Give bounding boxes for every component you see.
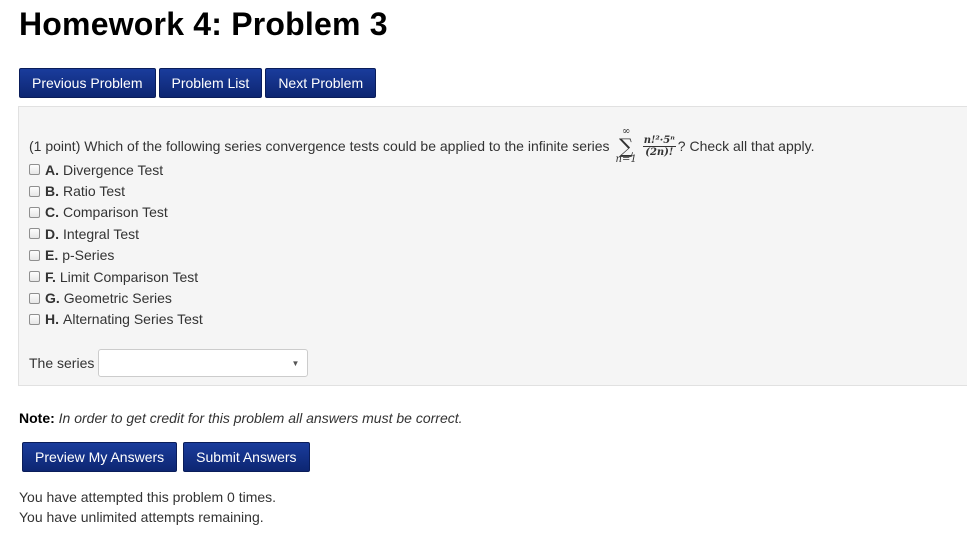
- summation: ∞ ∑ n=1: [616, 127, 637, 165]
- submit-answers-button[interactable]: Submit Answers: [183, 442, 310, 472]
- list-item[interactable]: A. Divergence Test: [29, 159, 203, 180]
- list-item[interactable]: G. Geometric Series: [29, 287, 203, 308]
- attempts-text: You have attempted this problem 0 times.: [19, 489, 277, 505]
- previous-problem-button[interactable]: Previous Problem: [19, 68, 156, 98]
- option-label: Integral Test: [63, 225, 140, 242]
- option-letter: B.: [45, 183, 59, 200]
- attempt-status: You have attempted this problem 0 times.…: [19, 487, 276, 527]
- list-item[interactable]: C. Comparison Test: [29, 202, 203, 223]
- problem-list-button[interactable]: Problem List: [158, 68, 263, 98]
- series-answer-row: The series ▼: [29, 349, 309, 377]
- series-select[interactable]: ▼: [98, 349, 309, 377]
- option-letter: D.: [45, 225, 59, 242]
- fraction-denominator: (2n)!: [645, 146, 674, 158]
- question-intro: (1 point) Which of the following series …: [29, 138, 610, 154]
- option-letter: E.: [45, 247, 59, 264]
- remaining-text: You have unlimited attempts remaining.: [19, 509, 264, 525]
- page-title: Homework 4: Problem 3: [19, 6, 388, 42]
- fraction-numerator: n!²·5ⁿ: [642, 134, 676, 147]
- answer-actions: Preview My Answers Submit Answers: [22, 442, 310, 472]
- option-label: Ratio Test: [63, 183, 125, 200]
- option-checkbox-c[interactable]: [29, 206, 40, 218]
- next-problem-button[interactable]: Next Problem: [265, 68, 377, 98]
- option-label: Limit Comparison Test: [59, 268, 199, 285]
- list-item[interactable]: F. Limit Comparison Test: [29, 266, 203, 287]
- option-label: Geometric Series: [63, 290, 172, 307]
- question-outro: ? Check all that apply.: [677, 138, 815, 154]
- series-term-fraction: n!²·5ⁿ (2n)!: [642, 134, 676, 158]
- list-item[interactable]: H. Alternating Series Test: [29, 309, 203, 330]
- sum-lower-limit: n=1: [615, 154, 637, 165]
- option-checkbox-b[interactable]: [29, 185, 40, 197]
- option-checkbox-e[interactable]: [29, 249, 40, 261]
- option-label: Comparison Test: [63, 204, 168, 221]
- sigma-symbol: ∑: [619, 134, 634, 158]
- option-letter: A.: [45, 161, 59, 178]
- series-label: The series: [29, 355, 95, 371]
- chevron-down-icon: ▼: [291, 359, 300, 368]
- option-checkbox-f[interactable]: [29, 271, 40, 283]
- option-letter: H.: [45, 311, 59, 328]
- option-checkbox-g[interactable]: [29, 292, 40, 304]
- option-letter: G.: [45, 290, 60, 307]
- credit-note: Note: In order to get credit for this pr…: [19, 410, 463, 426]
- option-label: Alternating Series Test: [63, 311, 203, 328]
- problem-panel: (1 point) Which of the following series …: [18, 106, 967, 386]
- note-text: In order to get credit for this problem …: [58, 410, 463, 426]
- preview-answers-button[interactable]: Preview My Answers: [22, 442, 178, 472]
- list-item[interactable]: E. p-Series: [29, 245, 203, 266]
- option-checkbox-a[interactable]: [29, 164, 40, 176]
- list-item[interactable]: B. Ratio Test: [29, 180, 203, 201]
- option-checkbox-h[interactable]: [29, 313, 40, 325]
- option-letter: C.: [45, 204, 59, 221]
- option-label: p-Series: [62, 247, 115, 264]
- note-label: Note:: [19, 410, 55, 426]
- option-letter: F.: [45, 268, 56, 285]
- list-item[interactable]: D. Integral Test: [29, 223, 203, 244]
- option-checkbox-d[interactable]: [29, 228, 40, 240]
- option-label: Divergence Test: [63, 161, 164, 178]
- problem-navigation: Previous Problem Problem List Next Probl…: [19, 68, 377, 98]
- answer-options: A. Divergence Test B. Ratio Test C. Comp…: [29, 159, 203, 330]
